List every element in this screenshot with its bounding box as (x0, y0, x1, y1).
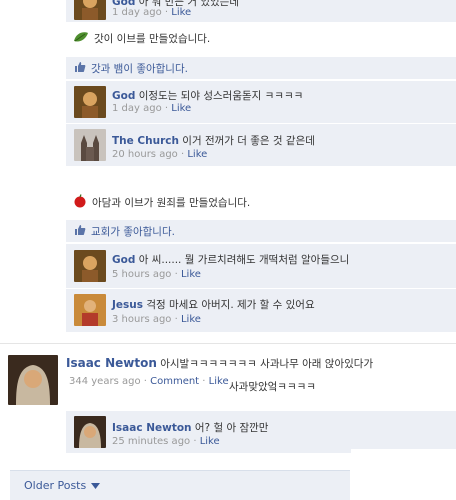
comment-author[interactable]: The Church (112, 135, 179, 147)
comment-text: 이거 전꺼가 더 좋은 것 같은데 (182, 135, 315, 147)
status-post-1: 갓이 이브를 만들었습니다. (73, 31, 210, 46)
like-link[interactable]: Like (181, 269, 201, 280)
likes-bar-2: 교회가 좋아합니다. (66, 220, 456, 243)
comment-time: 1 day ago (112, 103, 162, 114)
avatar-newton-small[interactable] (74, 416, 106, 448)
comment-time: 1 day ago (112, 7, 162, 18)
avatar-god[interactable] (74, 250, 106, 282)
post-author[interactable]: Isaac Newton (66, 356, 157, 370)
comment-time: 3 hours ago (112, 314, 172, 325)
status-post-2: 아담과 이브가 원죄를 만들었습니다. (73, 194, 250, 211)
avatar-god[interactable] (74, 86, 106, 118)
comment-link[interactable]: Comment (150, 376, 199, 387)
comment-time: 25 minutes ago (112, 436, 191, 447)
comment-text: 이정도는 되야 성스러움돋지 ㅋㅋㅋㅋ (138, 90, 304, 102)
newton-post-meta: 344 years ago · Comment · Like (69, 376, 229, 387)
comment-church-1: The Church 이거 전꺼가 더 좋은 것 같은데 20 hours ag… (66, 124, 456, 167)
likes-text[interactable]: 갓과 뱀이 좋아합니다. (91, 61, 188, 76)
post-text: 아시발ㅋㅋㅋㅋㅋㅋㅋ 사과나무 아래 앉아있다가 (160, 358, 374, 370)
divider (0, 343, 456, 344)
apple-icon (73, 194, 87, 211)
like-link[interactable]: Like (200, 436, 220, 447)
comment-god-1: God 이정도는 되야 성스러움돋지 ㅋㅋㅋㅋ 1 day ago · Like (66, 81, 456, 124)
comment-text: 걱정 마세요 아버지. 제가 할 수 있어요 (146, 299, 315, 311)
like-link[interactable]: Like (209, 376, 229, 387)
avatar-newton[interactable] (8, 355, 58, 405)
post-time: 344 years ago (69, 376, 141, 387)
comment-time: 5 hours ago (112, 269, 172, 280)
comment-author[interactable]: God (112, 254, 135, 266)
comment-text: 어? 헐 아 잠깐만 (194, 422, 269, 434)
comment-author[interactable]: Isaac Newton (112, 422, 192, 434)
avatar-god[interactable] (74, 0, 106, 20)
thumbs-up-icon (74, 61, 86, 76)
older-posts-label: Older Posts (24, 479, 87, 492)
status-text: 아담과 이브가 원죄를 만들었습니다. (92, 197, 251, 209)
likes-text[interactable]: 교회가 좋아합니다. (91, 224, 175, 239)
like-link[interactable]: Like (171, 7, 191, 18)
comment-god-top: God 아 뭐 만든 거 있었는데 1 day ago · Like (66, 0, 456, 23)
newton-post-header: Isaac Newton 아시발ㅋㅋㅋㅋㅋㅋㅋ 사과나무 아래 앉아있다가 (66, 356, 373, 371)
comment-newton-reply: Isaac Newton 어? 헐 아 잠깐만 25 minutes ago ·… (66, 411, 456, 454)
comment-text: 아 씨...... 뭘 가르치려해도 개떡처럼 알아들으니 (138, 254, 350, 266)
post-text-continued: 사과맞았엌ㅋㅋㅋㅋ (229, 381, 316, 393)
older-posts-button[interactable]: Older Posts (10, 470, 350, 500)
likes-bar-1: 갓과 뱀이 좋아합니다. (66, 57, 456, 80)
comment-jesus: Jesus 걱정 마세요 아버지. 제가 할 수 있어요 3 hours ago… (66, 289, 456, 333)
status-text: 갓이 이브를 만들었습니다. (94, 33, 211, 45)
news-feed: God 아 뭐 만든 거 있었는데 1 day ago · Like 갓이 이브… (0, 0, 456, 500)
comment-author[interactable]: Jesus (112, 299, 143, 311)
comment-author[interactable]: God (112, 90, 135, 102)
caret-down-icon (91, 480, 101, 492)
leaf-icon (73, 31, 89, 46)
avatar-church[interactable] (74, 129, 106, 161)
like-link[interactable]: Like (187, 149, 207, 160)
thumbs-up-icon (74, 224, 86, 239)
comment-time: 20 hours ago (112, 149, 178, 160)
comment-god-2: God 아 씨...... 뭘 가르치려해도 개떡처럼 알아들으니 5 hour… (66, 244, 456, 289)
like-link[interactable]: Like (181, 314, 201, 325)
blank-area (351, 449, 456, 500)
like-link[interactable]: Like (171, 103, 191, 114)
avatar-jesus[interactable] (74, 294, 106, 326)
